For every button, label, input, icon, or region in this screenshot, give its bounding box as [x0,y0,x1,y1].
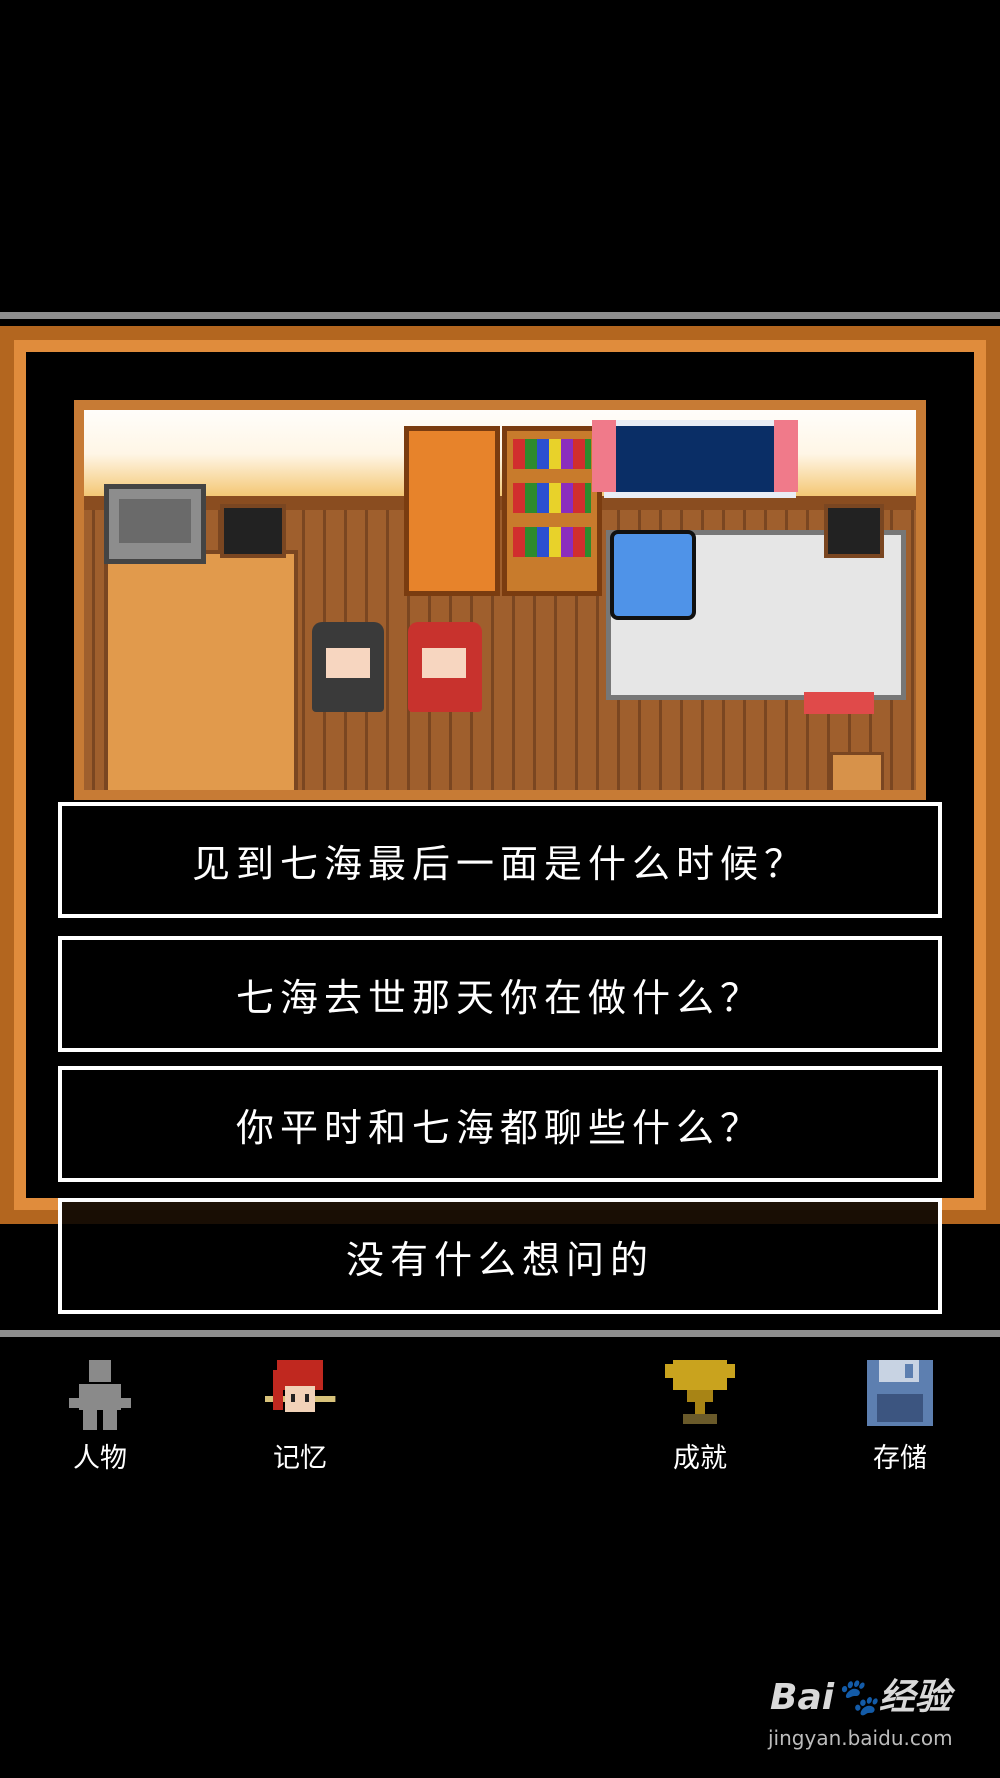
menu-people-button[interactable]: 人物 [25,1356,175,1476]
person-silhouette-icon [69,1360,131,1430]
menu-achievements-button[interactable]: 成就 [625,1356,775,1476]
menu-save-label: 存储 [873,1443,927,1474]
baidu-jingyan-watermark: Bai🐾经验 jingyan.baidu.com [760,1668,960,1758]
menu-save-button[interactable]: 存储 [825,1356,975,1476]
trophy-icon [665,1360,735,1424]
bottom-divider [0,1330,1000,1337]
dialogue-choice-last-meeting[interactable]: 见到七海最后一面是什么时候？ [58,802,942,918]
red-hair-girl-icon [265,1360,336,1412]
room-scene [74,400,926,800]
menu-people-label: 人物 [73,1443,127,1474]
watermark-url: jingyan.baidu.com [768,1726,953,1750]
menu-achievements-label: 成就 [673,1443,727,1474]
menu-memory-button[interactable]: 记忆 [225,1356,375,1476]
floppy-disk-icon [867,1360,933,1426]
dialogue-choice-nothing[interactable]: 没有什么想问的 [58,1198,942,1314]
dialogue-choice-day-of-death[interactable]: 七海去世那天你在做什么？ [58,936,942,1052]
top-divider [0,312,1000,319]
watermark-logo: Bai🐾经验 [770,1677,951,1718]
dialogue-choice-usual-topics[interactable]: 你平时和七海都聊些什么？ [58,1066,942,1182]
menu-memory-label: 记忆 [273,1443,327,1474]
